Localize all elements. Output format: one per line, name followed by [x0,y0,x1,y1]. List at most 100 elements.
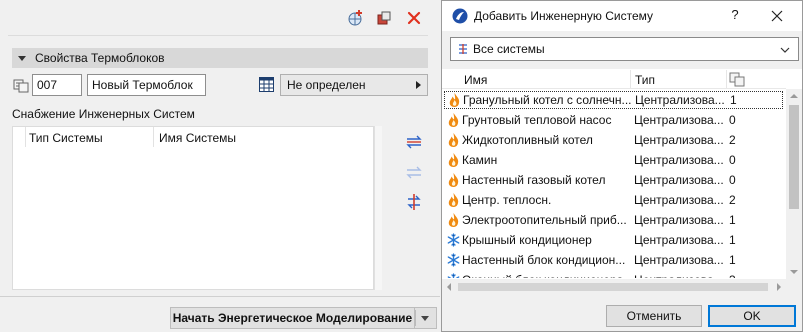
add-system-button[interactable] [404,132,424,152]
column-divider [726,70,727,88]
snowflake-icon [447,252,460,268]
list-item[interactable]: Гранульный котел с солнечн... Централизов… [443,90,784,110]
system-name: Настенный газовый котел [462,173,606,187]
collapse-triangle-icon[interactable] [18,55,26,61]
column-header-system-type[interactable]: Тип Системы [29,131,103,145]
dialog-title: Добавить Инженерную Систему [474,9,654,23]
system-rows: Гранульный котел с солнечн... Централизов… [442,90,786,278]
table-scroll-strip [374,126,382,290]
help-button[interactable]: ? [728,7,742,23]
instance-count-icon[interactable] [729,71,745,87]
system-name: Жидкотопливный котел [462,133,593,147]
instance-count: 2 [729,133,736,147]
delete-icon[interactable] [405,9,423,27]
list-item[interactable]: Грунтовый тепловой насос Централизова... 0 [442,110,786,130]
scroll-corner [786,279,802,295]
close-icon[interactable] [769,8,785,24]
transfer-system-button[interactable] [404,162,424,182]
system-type: Централизова... [634,173,724,187]
column-header-system-name[interactable]: Имя Системы [159,131,236,145]
thermal-block-panel: Свойства Термоблоков 007 Новый Термоблок… [0,0,440,332]
system-name: Электроотопительный приб... [462,213,627,227]
column-divider [630,70,631,88]
system-list[interactable]: Имя Тип Гранульный котел с солнечн... Цен… [442,69,802,295]
flame-icon [448,92,461,108]
block-tool-icon[interactable] [375,9,393,27]
add-network-icon[interactable] [347,9,365,27]
flame-icon [447,152,460,168]
scroll-down-icon[interactable] [790,270,798,274]
supply-table[interactable]: Тип Системы Имя Системы [12,126,374,290]
instance-count: 0 [729,113,736,127]
system-type: Централизова... [634,153,724,167]
horizontal-scrollbar[interactable] [442,279,786,295]
system-type: Централизова... [634,213,724,227]
system-name: Оконный блок кондиционера [462,273,632,278]
energy-options-dropdown-button[interactable] [415,307,437,329]
list-item[interactable]: Настенный блок кондицион... Централизова.… [442,250,786,270]
scroll-up-icon[interactable] [790,94,798,98]
section-header-thermal-block-properties[interactable]: Свойства Термоблоков [12,48,428,68]
flame-icon [447,132,460,148]
system-name: Грунтовый тепловой насос [462,113,612,127]
column-divider [25,127,26,147]
scroll-left-icon[interactable] [447,283,451,291]
chevron-down-icon [780,44,790,54]
list-item[interactable]: Оконный блок кондиционераЦентрализова...… [442,270,786,278]
divider [415,310,416,326]
flame-icon [447,112,460,128]
column-header-type[interactable]: Тип [635,73,655,87]
list-item[interactable]: Крышный кондиционер Централизова... 1 [442,230,786,250]
instance-count: 1 [730,93,737,107]
system-name: Настенный блок кондицион... [462,253,626,267]
instance-count: 2 [729,193,736,207]
flame-icon [447,192,460,208]
list-item[interactable]: Камин Централизова... 0 [442,150,786,170]
system-name: Крышный кондиционер [462,233,592,247]
list-item[interactable]: Настенный газовый котел Централизова... 0 [442,170,786,190]
instance-count: 1 [729,233,736,247]
instance-count: 1 [729,253,736,267]
column-divider [153,127,154,147]
ok-button[interactable]: OK [708,305,796,327]
system-filter-dropdown[interactable]: Все системы [450,37,799,61]
remove-system-button[interactable] [404,192,424,212]
vertical-scrollbar[interactable] [786,89,802,279]
dialog-titlebar[interactable]: Добавить Инженерную Систему ? [442,1,802,31]
instance-count: 0 [729,173,736,187]
column-header-name[interactable]: Имя [464,73,487,87]
scroll-thumb[interactable] [458,283,768,291]
block-id-icon [13,77,29,93]
system-name: Центр. теплосн. [462,193,552,207]
block-name-field[interactable]: Новый Термоблок [87,74,206,96]
list-item[interactable]: Электроотопительный приб... Централизова.… [442,210,786,230]
snowflake-icon [447,272,460,278]
list-item[interactable]: Жидкотопливный котел Централизова... 2 [442,130,786,150]
instance-count: 3 [729,273,749,278]
add-engineering-system-dialog: Добавить Инженерную Систему ? Все систем… [441,0,803,332]
snowflake-icon [447,232,460,248]
divider [8,35,428,36]
start-energy-modeling-button[interactable]: Начать Энергетическое Моделирование [170,307,415,329]
system-name: Гранульный котел с солнечн... [463,93,632,107]
system-type: Централизова... [634,113,724,127]
instance-count: 1 [729,213,736,227]
flame-icon [447,212,460,228]
filter-icon [457,43,469,55]
status-value: Не определен [287,78,366,92]
supply-label: Снабжение Инженерных Систем [12,107,195,121]
filter-value: Все системы [473,42,545,56]
status-dropdown[interactable]: Не определен [280,74,428,96]
system-type: Централизова... [634,193,724,207]
list-item[interactable]: Центр. теплосн. Централизова... 2 [442,190,786,210]
scroll-right-icon[interactable] [777,283,781,291]
scroll-thumb[interactable] [789,105,799,209]
block-id-field[interactable]: 007 [32,74,82,96]
instance-count: 0 [729,153,736,167]
cancel-button[interactable]: Отменить [606,305,702,327]
system-type: Централизова... [634,233,724,247]
system-type: Централизова... [634,133,724,147]
divider [0,296,440,297]
grid-icon [259,77,274,92]
app-logo-icon [452,8,468,24]
